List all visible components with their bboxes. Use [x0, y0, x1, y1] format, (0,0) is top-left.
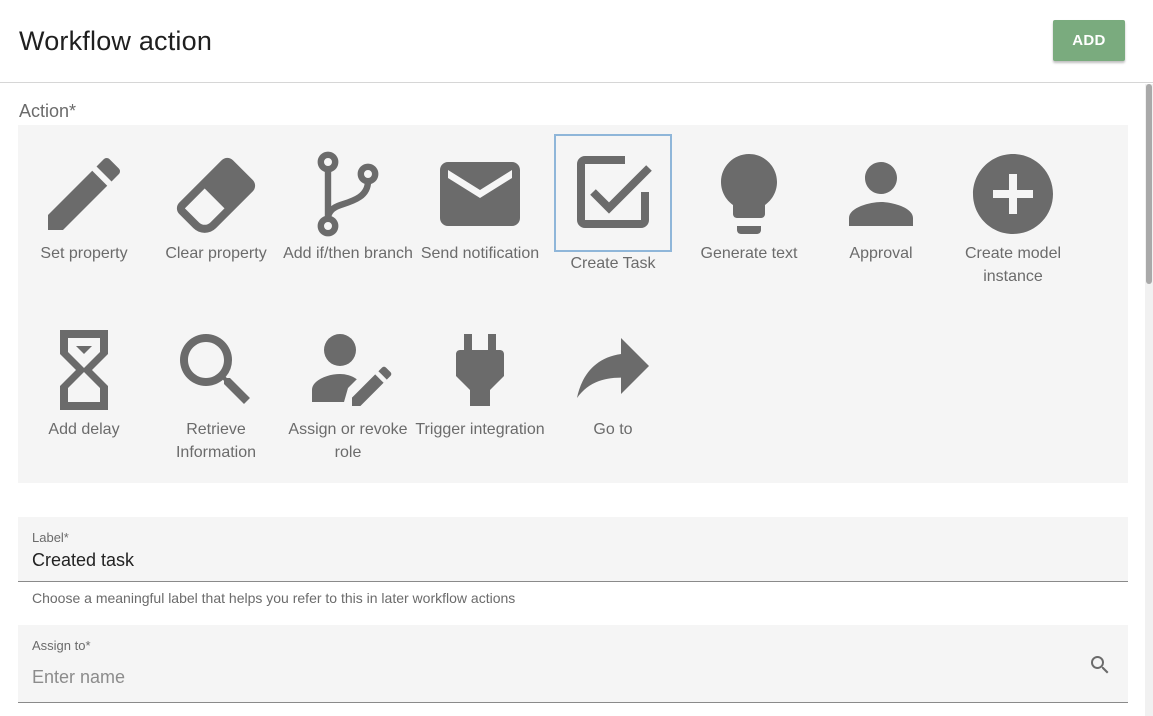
search-icon[interactable]: [1088, 653, 1112, 682]
scrollbar[interactable]: [1145, 84, 1153, 716]
lightbulb-icon: [721, 154, 777, 234]
assign-to-field[interactable]: Assign to*: [18, 625, 1128, 703]
action-label: Clear property: [165, 245, 267, 262]
forward-arrow-icon: [577, 338, 649, 398]
person-edit-icon: [312, 334, 392, 406]
action-go-to[interactable]: Go to: [547, 322, 679, 441]
action-label: Trigger integration: [415, 421, 545, 438]
pencil-icon: [48, 157, 121, 230]
magnifier-icon: [180, 334, 250, 404]
action-assign-or-revoke-role[interactable]: Assign or revoke role: [282, 322, 414, 464]
label-field-label: Label*: [32, 530, 69, 545]
action-label: Add delay: [48, 421, 120, 438]
branch-icon: [317, 151, 379, 237]
action-label: Create model instance: [964, 245, 1062, 285]
action-label: Retrieve Information: [175, 421, 257, 461]
action-label: Add if/then branch: [283, 245, 413, 262]
action-add-if-then-branch[interactable]: Add if/then branch: [282, 146, 414, 265]
action-label: Set property: [40, 245, 128, 262]
assign-to-label: Assign to*: [32, 638, 91, 653]
label-field-value[interactable]: Created task: [32, 550, 134, 571]
action-set-property[interactable]: Set property: [18, 146, 150, 265]
action-label: Create Task: [570, 255, 656, 272]
scrollbar-thumb[interactable]: [1146, 84, 1152, 284]
label-field[interactable]: Label* Created task: [18, 517, 1128, 582]
action-approval[interactable]: Approval: [815, 146, 947, 265]
action-picker: Set property Clear property Add if/then …: [18, 125, 1128, 483]
action-label: Approval: [849, 245, 913, 262]
assign-to-input[interactable]: [32, 665, 1032, 689]
person-icon: [849, 162, 913, 226]
action-clear-property[interactable]: Clear property: [150, 146, 282, 265]
dialog-header: Workflow action ADD: [0, 0, 1153, 83]
plug-icon: [456, 334, 504, 406]
action-section-label: Action*: [19, 101, 77, 121]
checkbox-icon: [577, 156, 652, 228]
hourglass-icon: [60, 330, 108, 410]
action-label: Go to: [593, 421, 633, 438]
action-create-model-instance[interactable]: Create model instance: [947, 146, 1079, 288]
action-label: Generate text: [700, 245, 798, 262]
action-label: Send notification: [420, 245, 540, 262]
action-retrieve-information[interactable]: Retrieve Information: [150, 322, 282, 464]
add-button[interactable]: ADD: [1053, 20, 1125, 61]
label-helper-text: Choose a meaningful label that helps you…: [32, 590, 516, 606]
action-trigger-integration[interactable]: Trigger integration: [414, 322, 546, 441]
action-create-task[interactable]: Create Task: [547, 134, 679, 275]
action-send-notification[interactable]: Send notification: [414, 146, 546, 265]
action-add-delay[interactable]: Add delay: [18, 322, 150, 441]
plus-circle-icon: [973, 154, 1053, 234]
envelope-icon: [440, 162, 520, 226]
action-label: Assign or revoke role: [288, 421, 408, 461]
action-generate-text[interactable]: Generate text: [683, 146, 815, 265]
selected-indicator: [554, 134, 672, 252]
dialog-title: Workflow action: [19, 26, 213, 56]
eraser-icon: [176, 157, 256, 233]
